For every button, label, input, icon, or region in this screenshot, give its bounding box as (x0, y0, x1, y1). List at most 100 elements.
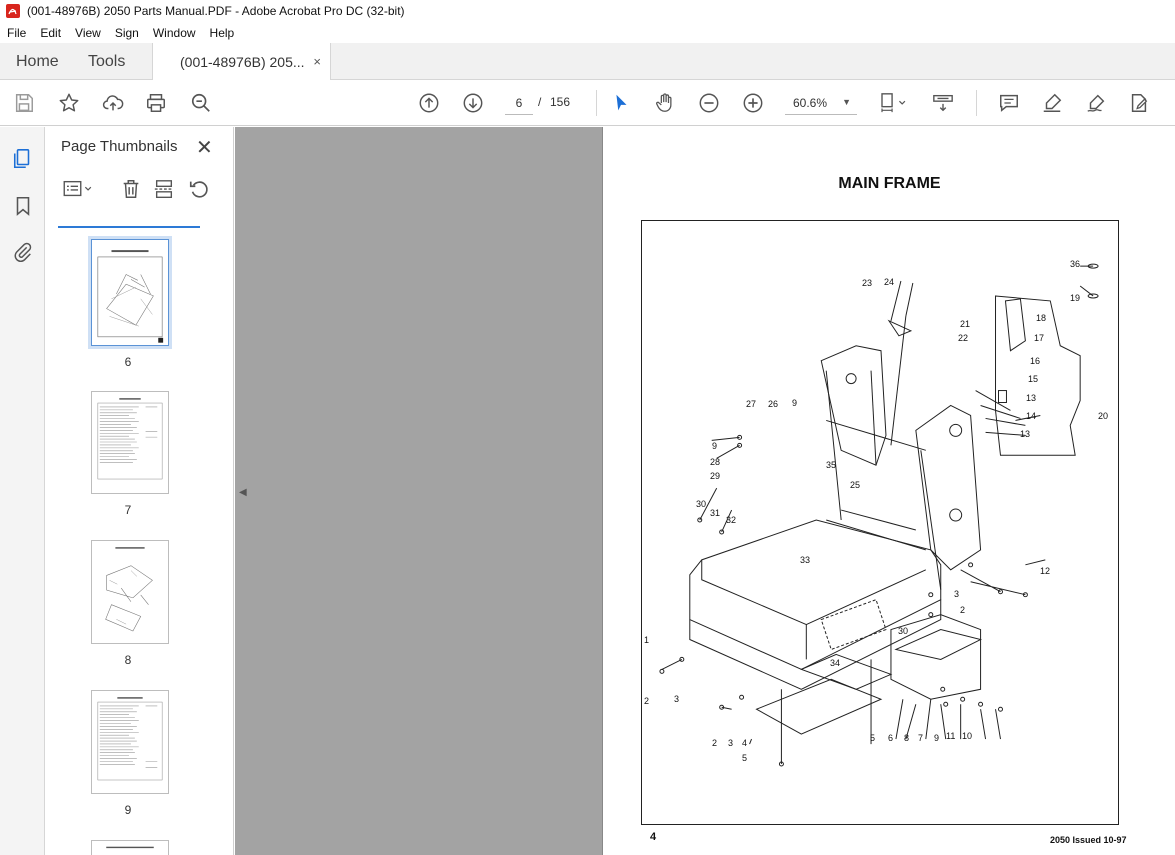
callout-label: 15 (1028, 374, 1039, 384)
callout-label: 20 (1098, 411, 1109, 421)
attachment-icon[interactable] (11, 240, 35, 264)
callout-label: 9 (792, 398, 798, 408)
callout-label: 4 (742, 738, 748, 748)
callout-label: 17 (1034, 333, 1045, 343)
callout-label: 22 (958, 333, 969, 343)
callout-label: 3 (954, 589, 960, 599)
zoom-level-select[interactable]: 60.6% ▼ (785, 91, 857, 115)
callout-label: 27 (746, 399, 757, 409)
zoom-value: 60.6% (793, 95, 828, 110)
callout-label: 25 (850, 480, 861, 490)
thumbnail-page-9[interactable] (91, 690, 169, 794)
callout-label: 23 (862, 278, 873, 288)
thumbnail-page-7[interactable] (91, 391, 169, 494)
navigation-rail (0, 127, 45, 855)
sign-icon[interactable] (1084, 91, 1108, 115)
callout-label: 29 (710, 471, 721, 481)
callout-label: 18 (1036, 313, 1047, 323)
callout-label: 28 (710, 457, 721, 467)
tab-tools[interactable]: Tools (88, 43, 125, 80)
callout-label: 3 (674, 694, 680, 704)
tab-home[interactable]: Home (16, 43, 59, 80)
callout-label: 19 (1070, 293, 1081, 303)
page-fit-icon[interactable] (876, 91, 910, 115)
thumbnail-page-8[interactable] (91, 540, 169, 644)
callout-label: 13 (1026, 393, 1037, 403)
callout-label: 8 (904, 733, 910, 743)
callout-label: 31 (710, 508, 721, 518)
callout-label: 5 (742, 753, 748, 763)
page-heading: MAIN FRAME (838, 175, 941, 192)
menu-edit[interactable]: Edit (33, 26, 68, 40)
menu-file[interactable]: File (0, 26, 33, 40)
document-viewport[interactable]: ◀ MAIN FRAME 36 19 18 17 16 15 13 14 13 … (235, 127, 1175, 855)
callout-label: 35 (826, 460, 837, 470)
find-icon[interactable] (189, 91, 213, 115)
parts-diagram-frame: 36 19 18 17 16 15 13 14 13 20 21 22 23 2… (641, 220, 1119, 825)
callout-label: 7 (918, 733, 924, 743)
page-number-input[interactable]: 6 (505, 91, 533, 115)
toolbar: 6 / 156 60.6% ▼ (0, 80, 1175, 126)
main-frame-exploded-diagram (659, 263, 1099, 767)
thumbnail-page-6[interactable] (88, 236, 172, 349)
next-page-icon[interactable] (461, 91, 485, 115)
tab-document-label: (001-48976B) 205... (180, 54, 305, 70)
bookmark-icon[interactable] (11, 194, 35, 218)
chevron-down-icon: ▼ (842, 97, 851, 107)
menu-bar: File Edit View Sign Window Help (0, 22, 1175, 43)
callout-label: 14 (1026, 411, 1037, 421)
page-total: 156 (550, 95, 571, 109)
tab-close-icon[interactable]: × (313, 54, 321, 69)
thumbnail-label: 9 (124, 803, 132, 817)
thumbnail-page-10[interactable] (91, 840, 169, 855)
save-icon[interactable] (12, 91, 36, 115)
star-icon[interactable] (57, 91, 81, 115)
menu-help[interactable]: Help (203, 26, 242, 40)
print-icon[interactable] (144, 91, 168, 115)
callout-label: 36 (1070, 259, 1081, 269)
menu-window[interactable]: Window (146, 26, 203, 40)
callout-label: 24 (884, 277, 895, 287)
thumbnail-list: 6 7 8 9 (46, 231, 210, 855)
callout-label: 5 (870, 733, 876, 743)
callout-label: 11 (946, 731, 956, 741)
thumbnail-options-icon[interactable] (60, 177, 96, 201)
extract-pages-icon[interactable] (152, 177, 176, 201)
toolbar-divider (976, 90, 977, 116)
select-cursor-icon[interactable] (609, 91, 633, 115)
highlight-icon[interactable] (1040, 91, 1064, 115)
window-title: (001-48976B) 2050 Parts Manual.PDF - Ado… (27, 4, 405, 18)
callout-label: 34 (830, 658, 841, 668)
rotate-page-icon[interactable] (187, 177, 211, 201)
callout-label: 26 (768, 399, 779, 409)
callout-label: 33 (800, 555, 811, 565)
pdf-page: MAIN FRAME 36 19 18 17 16 15 13 14 13 20… (602, 127, 1175, 855)
menu-view[interactable]: View (68, 26, 108, 40)
thumbnails-panel: Page Thumbnails ✕ 6 7 8 9 (46, 127, 272, 855)
tab-document[interactable]: (001-48976B) 205... × (152, 43, 331, 81)
cloud-upload-icon[interactable] (101, 91, 125, 115)
thumbnail-label: 8 (124, 653, 132, 667)
panel-close-icon[interactable]: ✕ (196, 135, 213, 160)
menu-sign[interactable]: Sign (108, 26, 146, 40)
callout-label: 16 (1030, 356, 1041, 366)
delete-page-icon[interactable] (119, 177, 143, 201)
prev-page-icon[interactable] (417, 91, 441, 115)
zoom-out-icon[interactable] (697, 91, 721, 115)
edit-pdf-icon[interactable] (1127, 91, 1151, 115)
panel-divider (58, 226, 200, 228)
zoom-in-icon[interactable] (741, 91, 765, 115)
callout-label: 12 (1040, 566, 1051, 576)
collapse-panel-icon[interactable]: ◀ (239, 487, 247, 498)
thumbnail-8-preview (105, 547, 153, 632)
scroll-mode-icon[interactable] (931, 91, 955, 115)
callout-label: 9 (712, 441, 718, 451)
hand-icon[interactable] (653, 91, 677, 115)
comment-icon[interactable] (997, 91, 1021, 115)
issue-footer: 2050 Issued 10-97 (1050, 835, 1127, 845)
page-thumbnails-icon[interactable] (11, 147, 35, 171)
page-separator: / (538, 95, 542, 109)
thumbnail-10-preview (106, 846, 154, 849)
title-bar: (001-48976B) 2050 Parts Manual.PDF - Ado… (0, 0, 1175, 22)
callout-label: 3 (728, 738, 734, 748)
